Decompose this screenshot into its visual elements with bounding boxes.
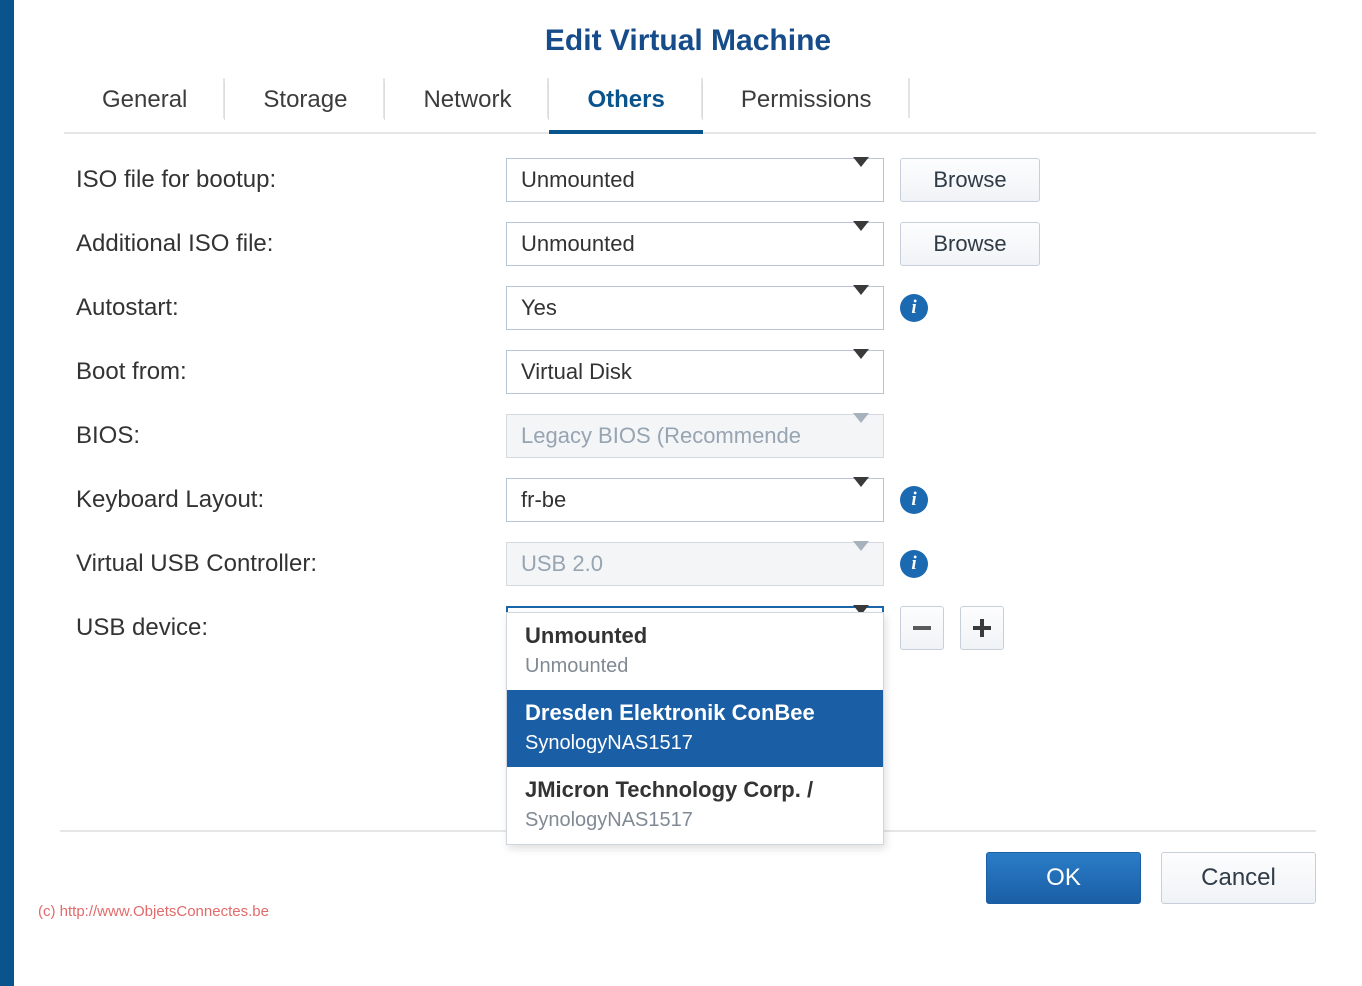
tab-storage[interactable]: Storage xyxy=(225,76,385,132)
select-value: Legacy BIOS (Recommende xyxy=(521,423,801,449)
select-value: USB 2.0 xyxy=(521,551,603,577)
tab-network[interactable]: Network xyxy=(385,76,549,132)
tab-label: Network xyxy=(423,86,511,113)
option-title: Dresden Elektronik ConBee xyxy=(525,700,865,726)
form-content: ISO file for bootup: Unmounted Browse Ad… xyxy=(14,134,1362,650)
label-usb-controller: Virtual USB Controller: xyxy=(76,550,506,578)
select-usb-controller: USB 2.0 xyxy=(506,542,884,586)
chevron-down-icon xyxy=(853,231,869,257)
info-icon-keyboard[interactable]: i xyxy=(900,486,928,514)
label-bios: BIOS: xyxy=(76,422,506,450)
tab-label: Storage xyxy=(263,86,347,113)
label-iso-additional: Additional ISO file: xyxy=(76,230,506,258)
watermark-text: (c) http://www.ObjetsConnectes.be xyxy=(38,903,269,920)
select-value: Unmounted xyxy=(521,167,635,193)
chevron-down-icon xyxy=(853,487,869,513)
tab-permissions[interactable]: Permissions xyxy=(703,76,910,132)
tab-label: Permissions xyxy=(741,86,872,113)
chevron-down-icon xyxy=(853,295,869,321)
option-title: Unmounted xyxy=(525,623,865,649)
tab-label: Others xyxy=(587,86,664,113)
select-iso-additional[interactable]: Unmounted xyxy=(506,222,884,266)
dialog-title: Edit Virtual Machine xyxy=(14,0,1362,76)
label-usb-device: USB device: xyxy=(76,614,506,642)
cancel-button[interactable]: Cancel xyxy=(1161,852,1316,904)
browse-iso-bootup-button[interactable]: Browse xyxy=(900,158,1040,202)
select-keyboard[interactable]: fr-be xyxy=(506,478,884,522)
tab-general[interactable]: General xyxy=(64,76,225,132)
option-sub: SynologyNAS1517 xyxy=(525,732,865,755)
label-keyboard: Keyboard Layout: xyxy=(76,486,506,514)
usb-option-jmicron[interactable]: JMicron Technology Corp. / SynologyNAS15… xyxy=(507,767,883,844)
ok-button[interactable]: OK xyxy=(986,852,1141,904)
usb-option-unmounted[interactable]: Unmounted Unmounted xyxy=(507,613,883,690)
select-value: Yes xyxy=(521,295,557,321)
chevron-down-icon xyxy=(853,423,869,449)
chevron-down-icon xyxy=(853,359,869,385)
chevron-down-icon xyxy=(853,551,869,577)
tab-bar: General Storage Network Others Permissio… xyxy=(64,76,1316,134)
add-usb-button[interactable] xyxy=(960,606,1004,650)
tab-label: General xyxy=(102,86,187,113)
info-icon-autostart[interactable]: i xyxy=(900,294,928,322)
select-boot-from[interactable]: Virtual Disk xyxy=(506,350,884,394)
edit-vm-dialog: Edit Virtual Machine General Storage Net… xyxy=(14,0,1362,986)
external-leftbar xyxy=(0,0,14,986)
select-bios: Legacy BIOS (Recommende xyxy=(506,414,884,458)
usb-device-dropdown: Unmounted Unmounted Dresden Elektronik C… xyxy=(506,612,884,845)
minus-icon xyxy=(913,626,931,630)
select-value: Virtual Disk xyxy=(521,359,632,385)
select-value: fr-be xyxy=(521,487,566,513)
option-sub: SynologyNAS1517 xyxy=(525,809,865,832)
remove-usb-button[interactable] xyxy=(900,606,944,650)
select-iso-bootup[interactable]: Unmounted xyxy=(506,158,884,202)
label-iso-bootup: ISO file for bootup: xyxy=(76,166,506,194)
browse-iso-additional-button[interactable]: Browse xyxy=(900,222,1040,266)
tab-others[interactable]: Others xyxy=(549,76,702,132)
option-title: JMicron Technology Corp. / xyxy=(525,777,865,803)
select-value: Unmounted xyxy=(521,231,635,257)
plus-icon xyxy=(973,619,991,637)
usb-option-conbee[interactable]: Dresden Elektronik ConBee SynologyNAS151… xyxy=(507,690,883,767)
label-boot-from: Boot from: xyxy=(76,358,506,386)
chevron-down-icon xyxy=(853,167,869,193)
select-autostart[interactable]: Yes xyxy=(506,286,884,330)
info-icon-usb-controller[interactable]: i xyxy=(900,550,928,578)
label-autostart: Autostart: xyxy=(76,294,506,322)
option-sub: Unmounted xyxy=(525,655,865,678)
